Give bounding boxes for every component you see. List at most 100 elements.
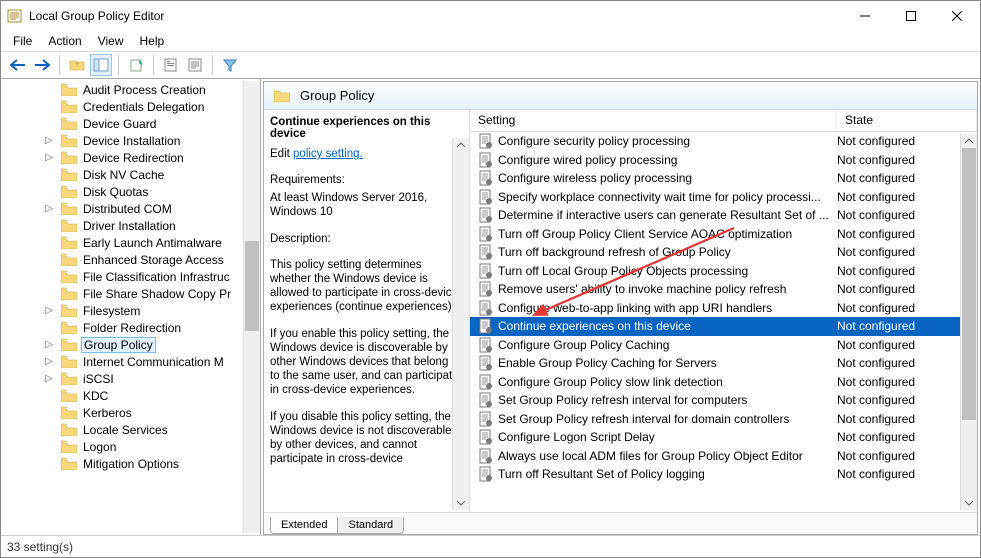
column-setting[interactable]: Setting xyxy=(470,110,837,131)
tree-expander-icon[interactable]: ▷ xyxy=(43,203,55,214)
tree-expander-icon[interactable]: ▷ xyxy=(43,373,55,384)
policy-row[interactable]: Configure wireless policy processingNot … xyxy=(470,169,977,188)
policy-row[interactable]: Determine if interactive users can gener… xyxy=(470,206,977,225)
policy-row[interactable]: Configure Logon Script DelayNot configur… xyxy=(470,428,977,447)
policy-row[interactable]: Remove users' ability to invoke machine … xyxy=(470,280,977,299)
policy-state: Not configured xyxy=(837,153,977,167)
policy-state: Not configured xyxy=(837,356,977,370)
policy-row[interactable]: Always use local ADM files for Group Pol… xyxy=(470,447,977,466)
policy-icon xyxy=(478,300,494,316)
show-hide-tree-button[interactable] xyxy=(90,54,112,76)
folder-icon xyxy=(61,83,77,96)
tree-item[interactable]: Audit Process Creation xyxy=(61,81,260,98)
menu-view[interactable]: View xyxy=(90,32,132,50)
tree-item-label: Audit Process Creation xyxy=(81,83,208,97)
tree-item[interactable]: ▷Device Redirection xyxy=(61,149,260,166)
policy-list-scrollbar[interactable] xyxy=(960,134,977,510)
policy-name: Always use local ADM files for Group Pol… xyxy=(498,449,837,463)
policy-name: Configure wireless policy processing xyxy=(498,171,837,185)
menu-file[interactable]: File xyxy=(5,32,40,50)
tree-item[interactable]: Device Guard xyxy=(61,115,260,132)
tree-item[interactable]: File Classification Infrastruc xyxy=(61,268,260,285)
tree-item[interactable]: File Share Shadow Copy Pr xyxy=(61,285,260,302)
tree-expander-icon[interactable]: ▷ xyxy=(43,305,55,316)
maximize-button[interactable] xyxy=(888,1,934,31)
scroll-down-icon[interactable] xyxy=(453,496,470,510)
tree-item[interactable]: Locale Services xyxy=(61,421,260,438)
policy-name: Configure wired policy processing xyxy=(498,153,837,167)
tree-item[interactable]: Enhanced Storage Access xyxy=(61,251,260,268)
tree-item-label: Device Redirection xyxy=(81,151,186,165)
policy-row[interactable]: Turn off Local Group Policy Objects proc… xyxy=(470,262,977,281)
up-button[interactable] xyxy=(66,54,88,76)
folder-icon xyxy=(61,406,77,419)
folder-icon xyxy=(61,440,77,453)
policy-state: Not configured xyxy=(837,449,977,463)
tree-expander-icon[interactable]: ▷ xyxy=(43,339,55,350)
tree-item[interactable]: Disk NV Cache xyxy=(61,166,260,183)
policy-row[interactable]: Configure Group Policy CachingNot config… xyxy=(470,336,977,355)
tree-item[interactable]: ▷Internet Communication M xyxy=(61,353,260,370)
tree-expander-icon[interactable]: ▷ xyxy=(43,152,55,163)
tree-item[interactable]: ▷Device Installation xyxy=(61,132,260,149)
description-heading: Description: xyxy=(270,233,459,247)
tree-item[interactable]: ▷Group Policy xyxy=(61,336,260,353)
tree-item-label: File Share Shadow Copy Pr xyxy=(81,287,233,301)
tree-item[interactable]: Early Launch Antimalware xyxy=(61,234,260,251)
tree-item[interactable]: Driver Installation xyxy=(61,217,260,234)
minimize-button[interactable] xyxy=(842,1,888,31)
policy-row[interactable]: Set Group Policy refresh interval for do… xyxy=(470,410,977,429)
export-list-button[interactable] xyxy=(125,54,147,76)
policy-state: Not configured xyxy=(837,227,977,241)
forward-button[interactable] xyxy=(31,54,53,76)
folder-icon xyxy=(61,253,77,266)
policy-row[interactable]: Turn off Resultant Set of Policy logging… xyxy=(470,465,977,484)
policy-row[interactable]: Turn off background refresh of Group Pol… xyxy=(470,243,977,262)
column-state[interactable]: State xyxy=(837,110,977,131)
tree-item[interactable]: Disk Quotas xyxy=(61,183,260,200)
scroll-up-icon[interactable] xyxy=(961,134,977,148)
policy-row[interactable]: Turn off Group Policy Client Service AOA… xyxy=(470,225,977,244)
policy-state: Not configured xyxy=(837,208,977,222)
properties-button[interactable] xyxy=(160,54,182,76)
policy-icon xyxy=(478,244,494,260)
tree-item[interactable]: Credentials Delegation xyxy=(61,98,260,115)
policy-row[interactable]: Enable Group Policy Caching for ServersN… xyxy=(470,354,977,373)
policy-row[interactable]: Configure Group Policy slow link detecti… xyxy=(470,373,977,392)
refresh-button[interactable] xyxy=(184,54,206,76)
policy-state: Not configured xyxy=(837,190,977,204)
scroll-down-icon[interactable] xyxy=(961,496,977,510)
filter-button[interactable] xyxy=(219,54,241,76)
policy-row[interactable]: Continue experiences on this deviceNot c… xyxy=(470,317,977,336)
tab-standard[interactable]: Standard xyxy=(337,517,404,534)
policy-row[interactable]: Configure web-to-app linking with app UR… xyxy=(470,299,977,318)
tree-item[interactable]: Logon xyxy=(61,438,260,455)
policy-row[interactable]: Specify workplace connectivity wait time… xyxy=(470,188,977,207)
tree-item[interactable]: ▷Filesystem xyxy=(61,302,260,319)
menu-action[interactable]: Action xyxy=(40,32,89,50)
back-button[interactable] xyxy=(7,54,29,76)
tree-item-label: Credentials Delegation xyxy=(81,100,206,114)
details-scrollbar[interactable] xyxy=(452,138,469,510)
tree-expander-icon[interactable]: ▷ xyxy=(43,356,55,367)
policy-icon xyxy=(478,448,494,464)
edit-policy-link[interactable]: policy setting. xyxy=(293,148,363,160)
tree-scrollbar[interactable] xyxy=(243,81,260,533)
scroll-up-icon[interactable] xyxy=(453,138,470,152)
policy-row[interactable]: Configure wired policy processingNot con… xyxy=(470,151,977,170)
tree-item[interactable]: KDC xyxy=(61,387,260,404)
tree-item[interactable]: ▷iSCSI xyxy=(61,370,260,387)
tree-expander-icon[interactable]: ▷ xyxy=(43,135,55,146)
app-icon xyxy=(7,8,23,24)
folder-icon xyxy=(61,287,77,300)
policy-row[interactable]: Configure security policy processingNot … xyxy=(470,132,977,151)
tree-item[interactable]: Mitigation Options xyxy=(61,455,260,472)
tree-item[interactable]: Folder Redirection xyxy=(61,319,260,336)
close-button[interactable] xyxy=(934,1,980,31)
tree-item[interactable]: ▷Distributed COM xyxy=(61,200,260,217)
menu-help[interactable]: Help xyxy=(132,32,173,50)
policy-row[interactable]: Set Group Policy refresh interval for co… xyxy=(470,391,977,410)
folder-icon xyxy=(61,117,77,130)
tab-extended[interactable]: Extended xyxy=(270,517,338,534)
tree-item[interactable]: Kerberos xyxy=(61,404,260,421)
